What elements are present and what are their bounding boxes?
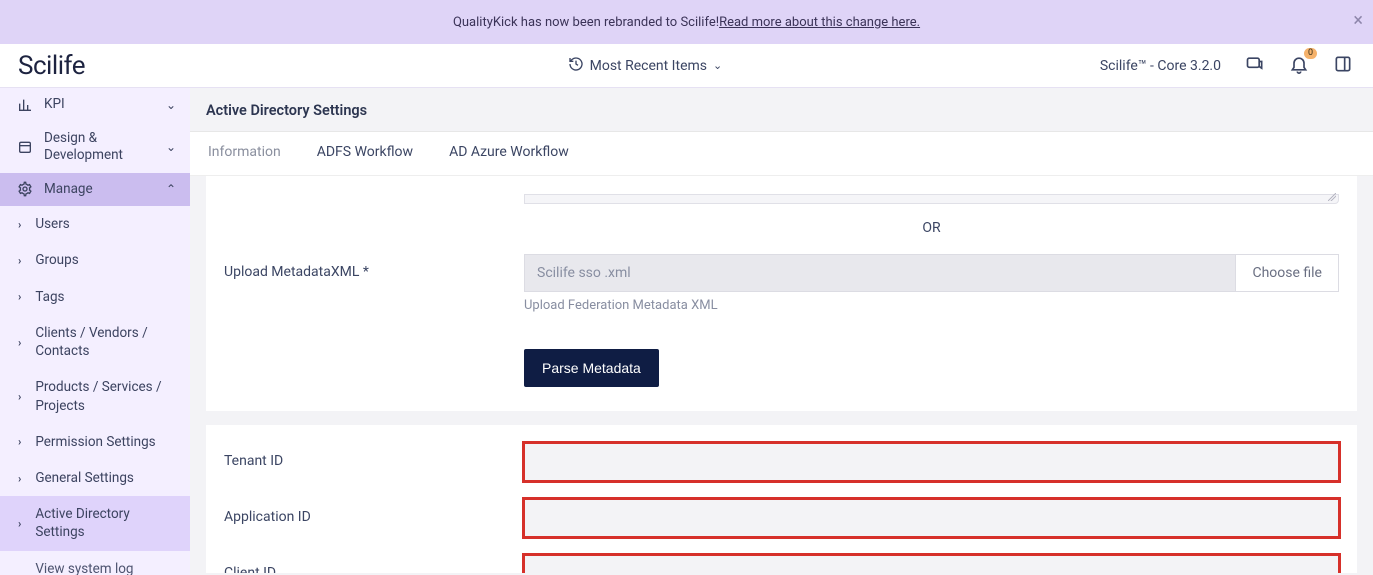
chevron-down-icon: ⌄ [713,59,722,72]
ids-card: Tenant ID Application ID Client ID [206,425,1357,573]
page-title: Active Directory Settings [190,88,1373,132]
tab-azure-workflow[interactable]: AD Azure Workflow [431,132,587,175]
sidebar-item-products[interactable]: ›Products / Services / Projects [0,369,190,423]
chevron-right-icon: › [18,390,21,403]
sidebar-item-groups[interactable]: ›Groups [0,242,190,278]
tab-information[interactable]: Information [190,132,299,175]
client-id-input[interactable] [524,555,1339,573]
chevron-up-icon: ⌃ [166,182,176,196]
bell-icon[interactable]: 0 [1289,54,1309,78]
chevron-right-icon: › [18,254,21,267]
panel-icon[interactable] [1333,54,1353,78]
or-separator: OR [524,220,1339,236]
close-icon[interactable]: × [1353,12,1363,30]
history-icon [568,56,584,76]
calendar-icon [16,139,34,155]
metadata-textarea[interactable] [524,194,1339,204]
gear-icon [16,181,34,197]
content-area: Active Directory Settings Information AD… [190,88,1373,575]
chevron-down-icon: ⌄ [166,140,176,154]
app-header: Scilife Most Recent Items ⌄ Scilife™ - C… [0,44,1373,88]
chevron-right-icon: › [18,218,21,231]
sidebar-item-active-directory[interactable]: ›Active Directory Settings [0,496,190,550]
logo: Scilife [18,51,190,81]
chevron-right-icon: › [18,336,21,349]
bell-badge: 0 [1304,48,1317,59]
application-id-input[interactable] [524,499,1339,537]
message-icon[interactable] [1245,54,1265,78]
version-text: Scilife™ - Core 3.2.0 [1100,58,1221,74]
sidebar-item-general-settings[interactable]: ›General Settings [0,460,190,496]
tenant-id-input[interactable] [524,443,1339,481]
tenant-id-label: Tenant ID [224,443,524,469]
chart-icon [16,97,34,113]
chevron-right-icon: › [18,435,21,448]
sidebar-item-design[interactable]: Design & Development ⌄ [0,122,190,173]
sidebar-item-users[interactable]: ›Users [0,206,190,242]
parse-metadata-button[interactable]: Parse Metadata [524,349,659,387]
tab-adfs-workflow[interactable]: ADFS Workflow [299,132,431,175]
sidebar-item-permission-settings[interactable]: ›Permission Settings [0,424,190,460]
sidebar-item-clients[interactable]: ›Clients / Vendors / Contacts [0,315,190,369]
client-id-label: Client ID [224,555,524,573]
banner-link[interactable]: Read more about this change here. [719,15,920,30]
upload-card: OR Upload MetadataXML * Scilife sso .xml… [206,176,1357,411]
sidebar-item-manage[interactable]: Manage ⌃ [0,173,190,207]
banner-text: QualityKick has now been rebranded to Sc… [453,15,719,30]
chevron-right-icon: › [18,517,21,530]
recent-label: Most Recent Items [590,58,707,74]
chevron-right-icon: › [18,290,21,303]
upload-file-input[interactable]: Scilife sso .xml [524,254,1236,292]
chevron-right-icon: › [18,472,21,485]
sidebar: KPI ⌄ Design & Development ⌄ Manage ⌃ ›U… [0,88,190,575]
tabs: Information ADFS Workflow AD Azure Workf… [190,132,1373,176]
application-id-label: Application ID [224,499,524,525]
upload-helper: Upload Federation Metadata XML [524,298,1339,313]
upload-label: Upload MetadataXML * [224,254,524,280]
most-recent-dropdown[interactable]: Most Recent Items ⌄ [190,56,1100,76]
sidebar-item-kpi[interactable]: KPI ⌄ [0,88,190,122]
rebrand-banner: QualityKick has now been rebranded to Sc… [0,0,1373,44]
sidebar-item-system-log[interactable]: ›View system log [0,551,190,575]
chevron-down-icon: ⌄ [166,98,176,112]
choose-file-button[interactable]: Choose file [1236,254,1339,292]
sidebar-item-tags[interactable]: ›Tags [0,279,190,315]
